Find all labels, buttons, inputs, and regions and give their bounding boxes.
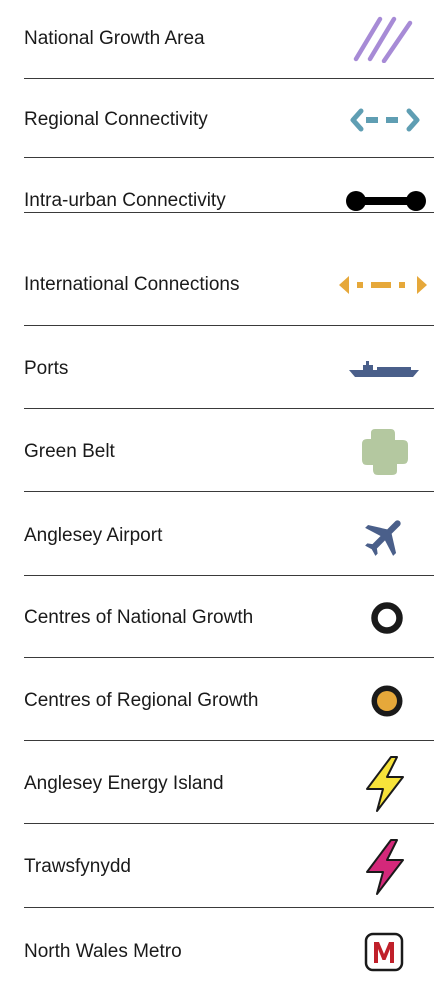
legend-label: Trawsfynydd [24, 856, 131, 877]
green-blob-icon [362, 429, 408, 475]
divider [24, 907, 434, 908]
legend-item-centres-regional-growth: Centres of Regional Growth [24, 671, 434, 731]
legend-item-national-growth-area: National Growth Area [24, 9, 434, 69]
legend-item-international-connections: International Connections [24, 255, 434, 315]
legend-item-anglesey-energy-island: Anglesey Energy Island [24, 754, 434, 814]
legend-label: Centres of Regional Growth [24, 690, 259, 711]
legend-label: Ports [24, 358, 69, 379]
divider [24, 740, 434, 741]
legend-label: Anglesey Airport [24, 525, 163, 546]
legend-label: National Growth Area [24, 28, 205, 49]
legend-item-centres-national-growth: Centres of National Growth [24, 588, 434, 648]
legend-label: International Connections [24, 274, 240, 295]
legend-item-anglesey-airport: Anglesey Airport [24, 506, 434, 566]
legend-label: Intra-urban Connectivity [24, 190, 226, 211]
divider [24, 212, 434, 213]
legend-item-green-belt: Green Belt [24, 422, 434, 482]
ring-icon [371, 602, 403, 634]
legend-label: Regional Connectivity [24, 109, 208, 130]
legend-label: Centres of National Growth [24, 607, 254, 628]
diagonal-hatch-icon [353, 16, 413, 63]
airplane-icon [365, 520, 401, 556]
dashed-double-arrow-icon [350, 108, 420, 132]
connector-line-icon [346, 191, 426, 211]
yellow-lightning-icon [366, 756, 404, 812]
legend-item-trawsfynydd: Trawsfynydd [24, 837, 434, 897]
divider [24, 325, 434, 326]
divider [24, 823, 434, 824]
legend-item-north-wales-metro: North Wales Metro [24, 922, 434, 982]
metro-m-icon [364, 932, 404, 972]
legend-item-intra-urban-connectivity: Intra-urban Connectivity [24, 171, 434, 231]
map-legend: National Growth Area Regional Connectivi… [0, 0, 443, 978]
yellow-dot-ring-icon [371, 685, 403, 717]
ship-icon [349, 361, 419, 377]
legend-item-regional-connectivity: Regional Connectivity [24, 90, 434, 150]
legend-label: Green Belt [24, 441, 115, 462]
divider [24, 408, 434, 409]
divider [24, 575, 434, 576]
magenta-lightning-icon [366, 839, 404, 895]
legend-label: Anglesey Energy Island [24, 773, 224, 794]
legend-label: North Wales Metro [24, 941, 182, 962]
divider [24, 78, 434, 79]
legend-item-ports: Ports [24, 339, 434, 399]
divider [24, 657, 434, 658]
divider [24, 491, 434, 492]
dashed-triangle-arrow-icon [339, 276, 427, 294]
divider [24, 157, 434, 158]
